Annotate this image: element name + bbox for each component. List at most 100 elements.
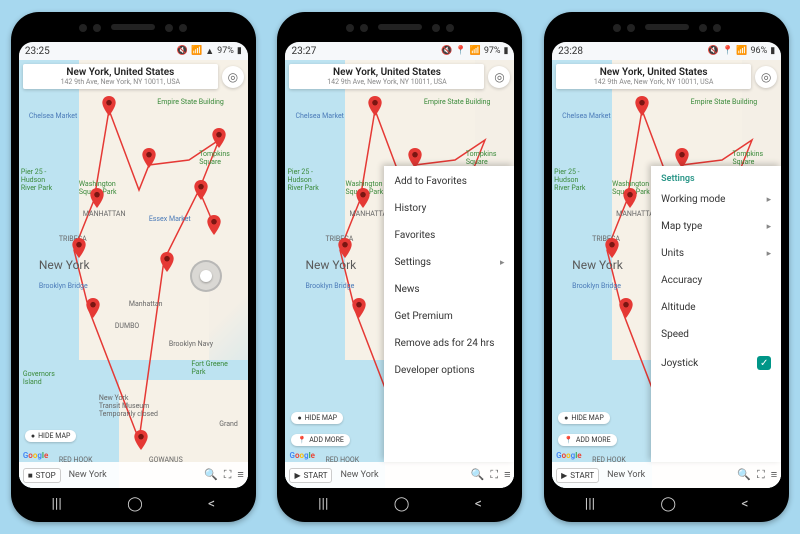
status-time: 23:27 bbox=[291, 46, 316, 57]
map-pin[interactable] bbox=[102, 96, 116, 116]
map-area[interactable]: New York, United States 142 9th Ave, New… bbox=[552, 60, 781, 488]
phone-2: 23:27 🔇 📍 📶 97% ▮ New York, United State… bbox=[277, 12, 522, 522]
menu-developer-options[interactable]: Developer options bbox=[384, 357, 514, 384]
map-pin[interactable] bbox=[212, 128, 226, 148]
nav-back-icon[interactable]: < bbox=[208, 496, 215, 512]
label-tompkins: Tompkins Square bbox=[466, 150, 497, 166]
map-pin[interactable] bbox=[675, 148, 689, 168]
phone-1: 23:25 🔇 📶 ▲ 97% ▮ New York, United State… bbox=[11, 12, 256, 522]
menu-add-favorites[interactable]: Add to Favorites bbox=[384, 168, 514, 195]
menu-icon[interactable]: ≡ bbox=[237, 468, 243, 482]
map-pin[interactable] bbox=[338, 238, 352, 258]
bottom-search[interactable]: New York bbox=[336, 470, 466, 480]
menu-favorites[interactable]: Favorites bbox=[384, 222, 514, 249]
label-tompkins: Tompkins Square bbox=[199, 150, 230, 166]
map-pin[interactable] bbox=[635, 96, 649, 116]
wifi-icon: 📶 bbox=[191, 46, 202, 56]
menu-settings[interactable]: Settings▸ bbox=[384, 249, 514, 276]
menu-map-type[interactable]: Map type▸ bbox=[651, 213, 781, 240]
battery-text: 97% bbox=[484, 46, 501, 56]
menu-remove-ads[interactable]: Remove ads for 24 hrs bbox=[384, 330, 514, 357]
menu-history[interactable]: History bbox=[384, 195, 514, 222]
search-icon[interactable]: 🔍 bbox=[204, 468, 218, 482]
search-icon[interactable]: 🔍 bbox=[471, 468, 485, 482]
status-time: 23:25 bbox=[25, 46, 50, 57]
add-more-label: ADD MORE bbox=[309, 436, 344, 444]
search-card[interactable]: New York, United States 142 9th Ave, New… bbox=[289, 64, 484, 89]
layers-icon[interactable]: ⛶ bbox=[757, 468, 765, 482]
search-card[interactable]: New York, United States 142 9th Ave, New… bbox=[556, 64, 751, 89]
nav-recent-icon[interactable]: ||| bbox=[51, 496, 61, 512]
menu-units[interactable]: Units▸ bbox=[651, 240, 781, 267]
search-title: New York, United States bbox=[562, 67, 745, 78]
status-icons: 🔇 📍 📶 96% ▮ bbox=[708, 46, 775, 56]
menu-speed[interactable]: Speed bbox=[651, 321, 781, 348]
bottom-bar: ■ STOP New York 🔍 ⛶ ≡ bbox=[19, 462, 248, 488]
hide-map-chip[interactable]: ● HIDE MAP bbox=[25, 430, 77, 442]
joystick-control[interactable] bbox=[190, 260, 222, 292]
label-empire: Empire State Building bbox=[157, 98, 224, 106]
mute-icon: 🔇 bbox=[708, 46, 719, 56]
layers-icon[interactable]: ⛶ bbox=[224, 468, 232, 482]
menu-accuracy[interactable]: Accuracy bbox=[651, 267, 781, 294]
map-pin[interactable] bbox=[207, 215, 221, 235]
map-pin[interactable] bbox=[352, 298, 366, 318]
map-pin[interactable] bbox=[90, 188, 104, 208]
nav-home-icon[interactable]: ◯ bbox=[394, 496, 410, 512]
layers-icon[interactable]: ⛶ bbox=[490, 468, 498, 482]
nav-recent-icon[interactable]: ||| bbox=[318, 496, 328, 512]
start-button[interactable]: ▶ START bbox=[556, 468, 599, 483]
stop-button[interactable]: ■ STOP bbox=[23, 468, 61, 483]
search-card[interactable]: New York, United States 142 9th Ave, New… bbox=[23, 64, 218, 89]
location-icon: 📍 bbox=[722, 46, 733, 56]
map-pin[interactable] bbox=[86, 298, 100, 318]
location-icon: 📍 bbox=[455, 46, 466, 56]
bottom-search[interactable]: New York bbox=[65, 470, 200, 480]
screen: 23:28 🔇 📍 📶 96% ▮ New York, United State… bbox=[552, 42, 781, 488]
google-logo: Google bbox=[23, 451, 48, 460]
hide-map-chip[interactable]: ● HIDE MAP bbox=[558, 412, 610, 424]
add-more-chip[interactable]: 📍 ADD MORE bbox=[558, 434, 616, 446]
nav-recent-icon[interactable]: ||| bbox=[585, 496, 595, 512]
map-pin[interactable] bbox=[623, 188, 637, 208]
search-sub: 142 9th Ave, New York, NY 10011, USA bbox=[562, 78, 745, 86]
map-pin[interactable] bbox=[619, 298, 633, 318]
menu-altitude[interactable]: Altitude bbox=[651, 294, 781, 321]
compass-button[interactable]: ◎ bbox=[755, 66, 777, 88]
map-pin[interactable] bbox=[356, 188, 370, 208]
bottom-search[interactable]: New York bbox=[603, 470, 733, 480]
eye-icon: ● bbox=[31, 432, 35, 440]
hide-map-chip[interactable]: ● HIDE MAP bbox=[291, 412, 343, 424]
nav-home-icon[interactable]: ◯ bbox=[660, 496, 676, 512]
compass-button[interactable]: ◎ bbox=[222, 66, 244, 88]
search-icon[interactable]: 🔍 bbox=[737, 468, 751, 482]
nav-home-icon[interactable]: ◯ bbox=[127, 496, 143, 512]
map-pin[interactable] bbox=[160, 252, 174, 272]
map-area[interactable]: New York, United States 142 9th Ave, New… bbox=[285, 60, 514, 488]
map-pin[interactable] bbox=[368, 96, 382, 116]
menu-joystick[interactable]: Joystick✓ bbox=[651, 348, 781, 378]
map-pin[interactable] bbox=[134, 430, 148, 450]
start-button[interactable]: ▶ START bbox=[289, 468, 332, 483]
menu-icon[interactable]: ≡ bbox=[504, 468, 510, 482]
menu-get-premium[interactable]: Get Premium bbox=[384, 303, 514, 330]
chevron-right-icon: ▸ bbox=[767, 222, 772, 232]
map-area[interactable]: New York, United States 142 9th Ave, New… bbox=[19, 60, 248, 488]
nav-back-icon[interactable]: < bbox=[741, 496, 748, 512]
map-pin[interactable] bbox=[605, 238, 619, 258]
menu-working-mode[interactable]: Working mode▸ bbox=[651, 186, 781, 213]
add-more-chip[interactable]: 📍 ADD MORE bbox=[291, 434, 349, 446]
label-newyork: New York bbox=[39, 258, 90, 272]
map-pin[interactable] bbox=[194, 180, 208, 200]
screen: 23:25 🔇 📶 ▲ 97% ▮ New York, United State… bbox=[19, 42, 248, 488]
map-pin[interactable] bbox=[142, 148, 156, 168]
map-pin[interactable] bbox=[408, 148, 422, 168]
search-title: New York, United States bbox=[295, 67, 478, 78]
label-brooklynbridge: Brooklyn Bridge bbox=[572, 282, 621, 290]
label-empire: Empire State Building bbox=[691, 98, 758, 106]
menu-icon[interactable]: ≡ bbox=[771, 468, 777, 482]
chevron-right-icon: ▸ bbox=[500, 258, 505, 268]
map-pin[interactable] bbox=[72, 238, 86, 258]
nav-back-icon[interactable]: < bbox=[475, 496, 482, 512]
menu-news[interactable]: News bbox=[384, 276, 514, 303]
